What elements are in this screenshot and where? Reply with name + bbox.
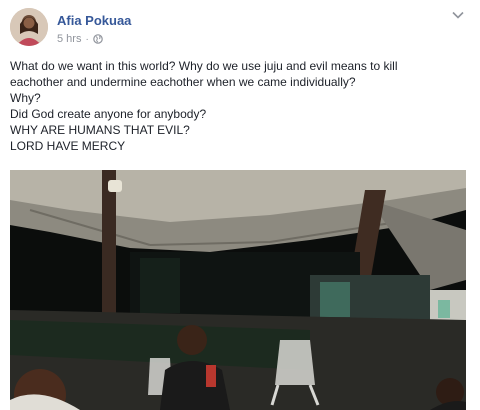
post-text-line: What do we want in this world? Why do we… [10,59,398,73]
post-header: Afia Pokuaa 5 hrs · [10,8,472,50]
post-text-line: eachother and undermine eachother when w… [10,75,356,89]
post-meta: 5 hrs · [57,33,103,45]
post-text-line: LORD HAVE MERCY [10,139,126,153]
post-text: What do we want in this world? Why do we… [10,58,472,154]
photo-scene [10,170,466,410]
post-text-line: WHY ARE HUMANS THAT EVIL? [10,123,190,137]
avatar[interactable] [10,8,48,46]
post-text-line: Did God create anyone for anybody? [10,107,207,121]
chevron-down-icon[interactable] [450,10,466,20]
post-timestamp[interactable]: 5 hrs [57,33,81,45]
author-name[interactable]: Afia Pokuaa [57,13,131,28]
meta-separator: · [85,33,89,45]
post-photo[interactable] [10,170,466,410]
post-text-line: Why? [10,91,41,105]
globe-icon[interactable] [93,34,103,44]
avatar-image [10,8,48,46]
